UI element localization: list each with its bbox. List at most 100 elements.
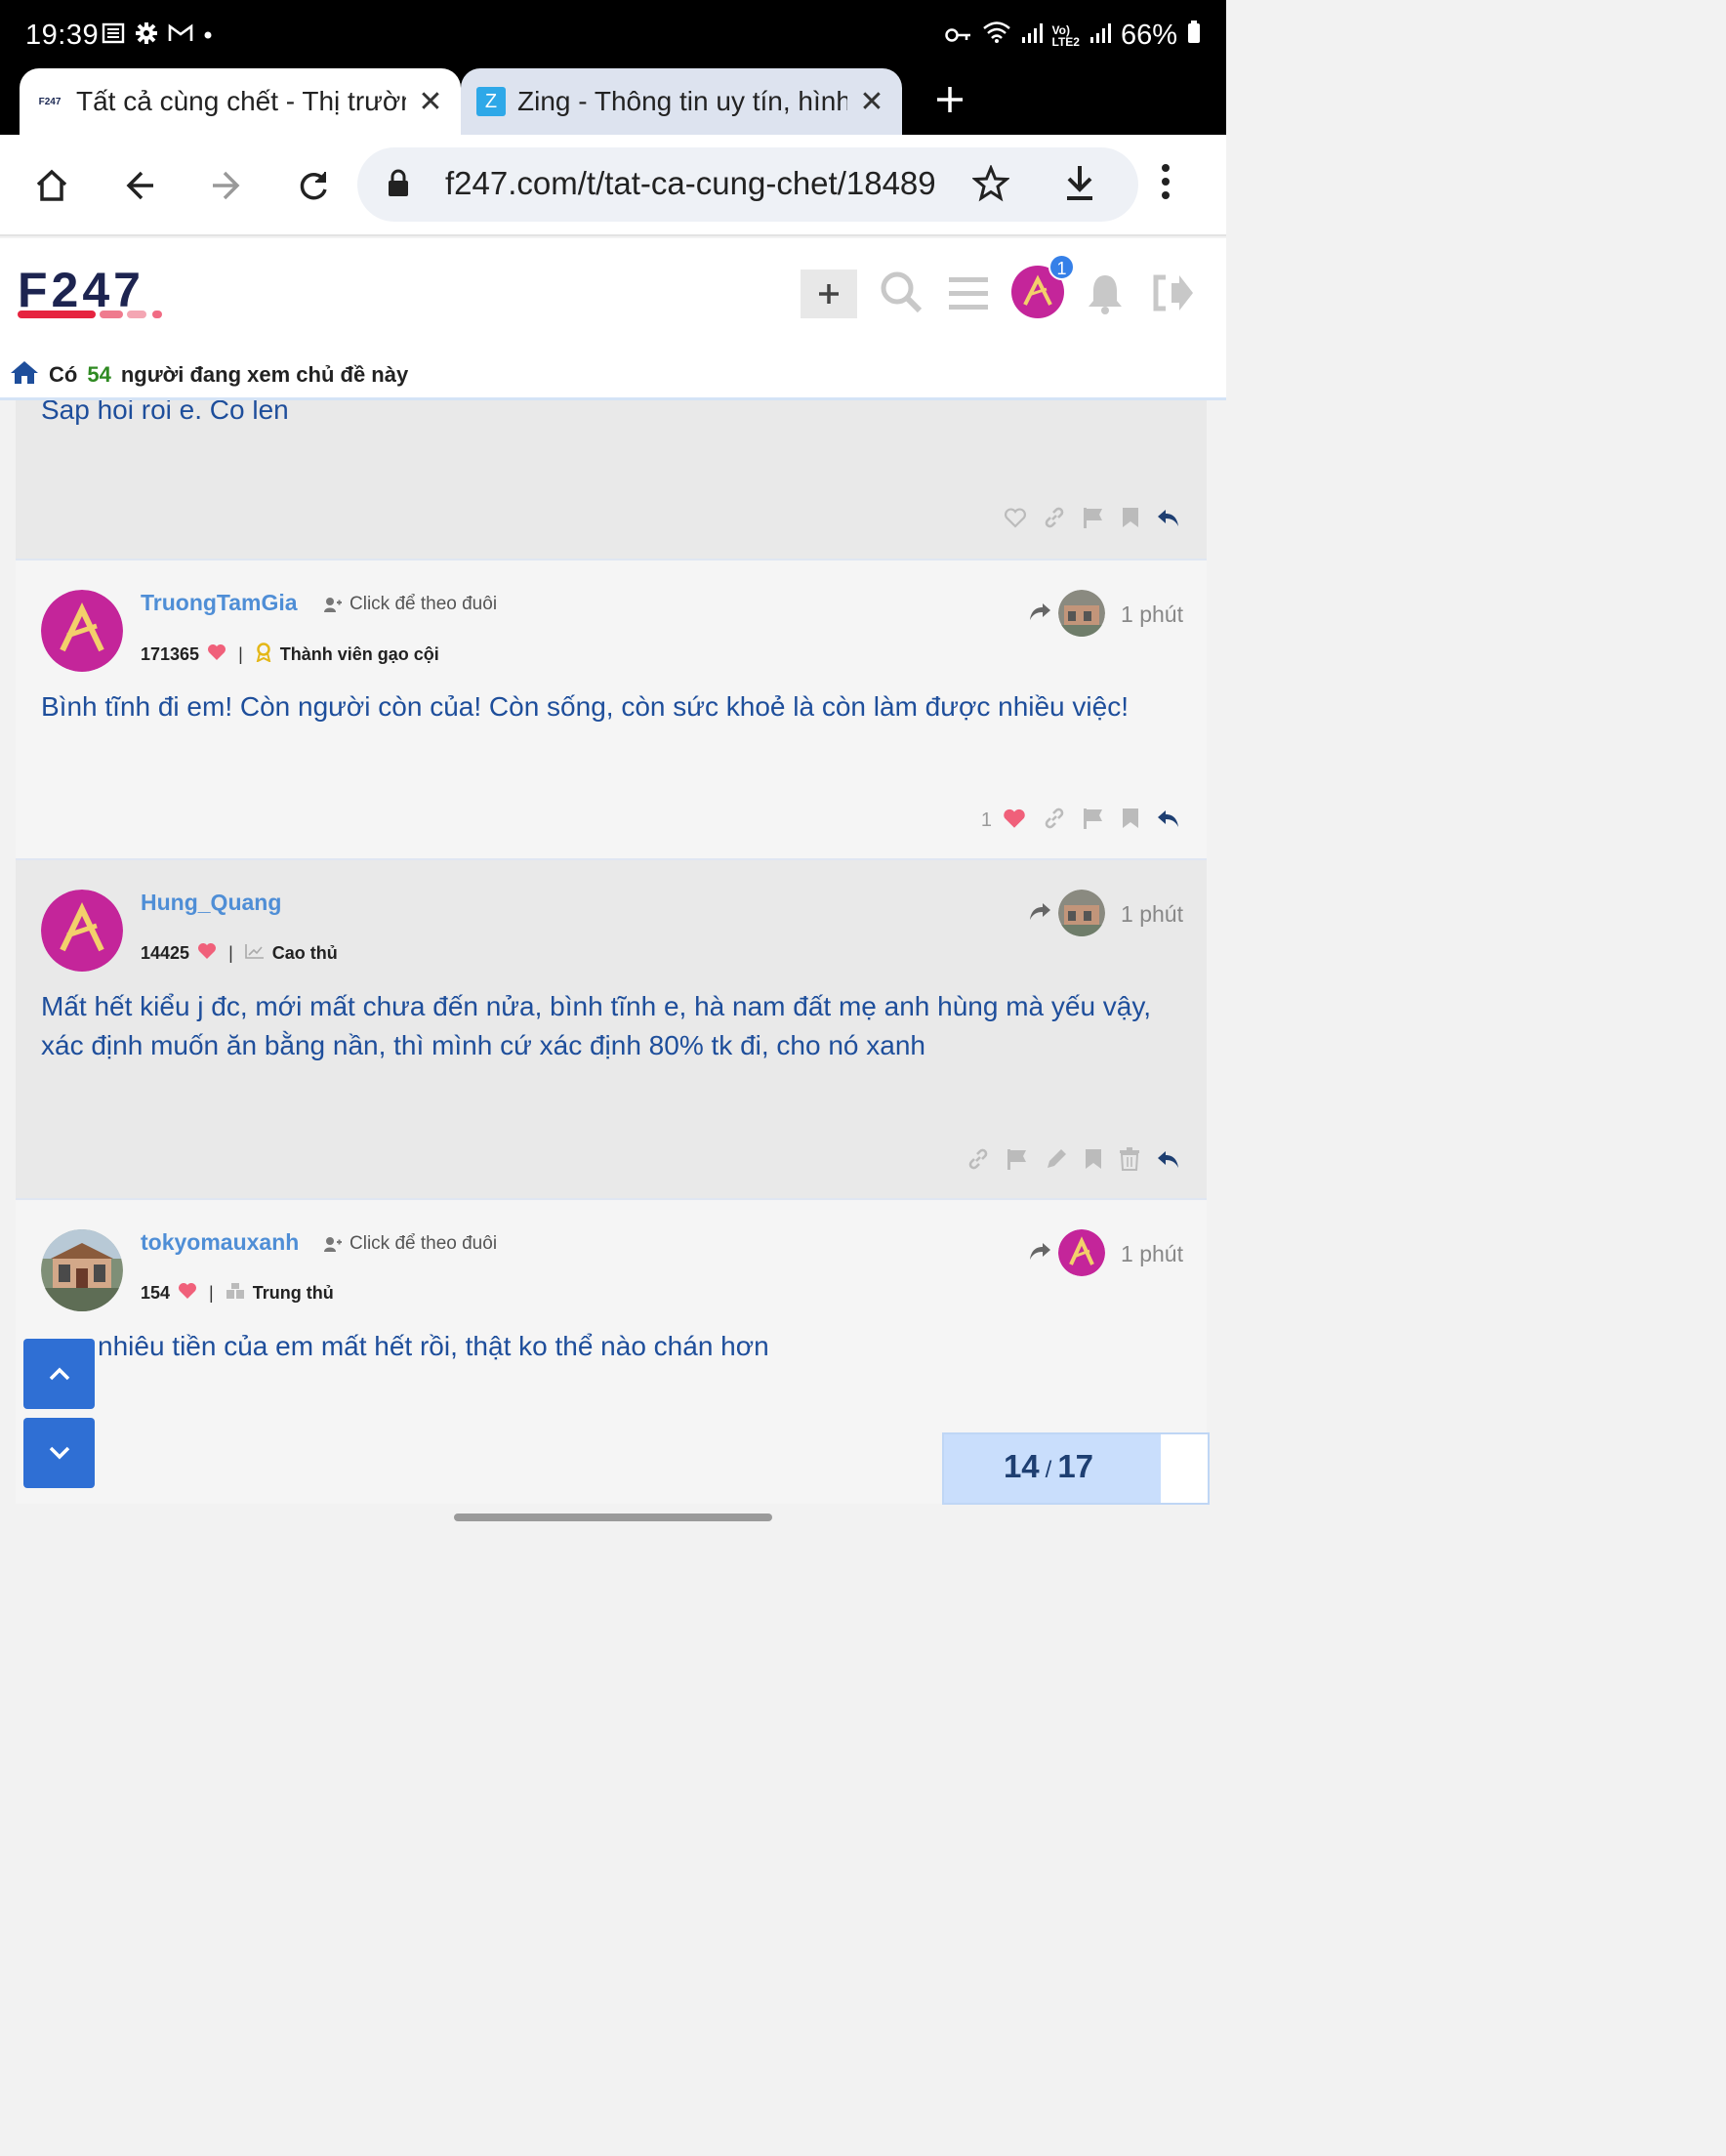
viewers-prefix: Có: [49, 362, 78, 387]
post-author-meta: 171365 | Thành viên gạo cội: [141, 643, 439, 667]
create-topic-button[interactable]: [801, 270, 857, 318]
post-actions: 1: [981, 807, 1181, 835]
browser-toolbar: f247.com/t/tat-ca-cung-chet/18489: [0, 135, 1226, 236]
heart-icon: [207, 643, 226, 666]
bookmark-icon[interactable]: [1121, 807, 1140, 835]
status-time: 19:39: [25, 20, 100, 51]
heart-icon[interactable]: [1002, 807, 1027, 835]
zing-favicon-icon: Z: [476, 87, 506, 116]
more-menu-icon[interactable]: [1160, 162, 1171, 206]
new-tab-plus-icon[interactable]: [927, 78, 972, 123]
follow-label: Click để theo đuôi: [349, 1233, 498, 1254]
tab-f247[interactable]: F247 Tất cả cùng chết - Thị trường chứng…: [20, 68, 461, 135]
edit-pencil-icon[interactable]: [1045, 1147, 1068, 1176]
flag-icon[interactable]: [1082, 506, 1105, 534]
trash-icon[interactable]: [1119, 1147, 1140, 1176]
home-icon[interactable]: [10, 359, 39, 391]
hamburger-menu-icon[interactable]: [949, 277, 988, 315]
post-username[interactable]: tokyomauxanh: [141, 1229, 299, 1256]
reply-icon[interactable]: [1156, 1148, 1181, 1175]
scroll-up-button[interactable]: [23, 1339, 95, 1409]
post-author-avatar[interactable]: [41, 890, 123, 972]
post-card: TruongTamGia Click để theo đuôi 171365 |…: [16, 560, 1207, 860]
reply-to-avatar: [1058, 1229, 1105, 1276]
gmail-icon: [168, 23, 193, 48]
post-time[interactable]: 1 phút: [1121, 1241, 1183, 1267]
gesture-navigation-bar[interactable]: [454, 1513, 772, 1521]
flag-icon[interactable]: [1082, 807, 1105, 835]
progress-text: 14/17: [1003, 1448, 1094, 1484]
post-time[interactable]: 1 phút: [1121, 901, 1183, 928]
follow-button[interactable]: Click để theo đuôi: [324, 594, 497, 615]
reload-icon[interactable]: [288, 160, 339, 211]
topic-progress[interactable]: 14/17: [942, 1432, 1210, 1505]
post-author-avatar[interactable]: [41, 1229, 123, 1311]
reply-icon[interactable]: [1156, 507, 1181, 533]
battery-icon: [1187, 20, 1201, 52]
post-author-meta: 154 | Trung thủ: [141, 1282, 334, 1305]
f247-logo[interactable]: F247: [18, 263, 199, 325]
link-icon[interactable]: [1043, 506, 1066, 534]
bookmark-icon[interactable]: [1084, 1147, 1103, 1176]
chart-icon: [244, 943, 265, 964]
score: 171365: [141, 644, 200, 664]
news-icon: [102, 22, 125, 49]
posts-stream: Sap hoi roi e. Co len TruongTamGia Click…: [16, 400, 1209, 1504]
follow-label: Click để theo đuôi: [349, 594, 498, 614]
rank-label: Cao thủ: [271, 943, 338, 963]
close-icon[interactable]: ✕: [857, 85, 886, 119]
link-icon[interactable]: [1043, 807, 1066, 835]
download-icon[interactable]: [1062, 163, 1097, 207]
post-text: Bình tĩnh đi em! Còn người còn của! Còn …: [41, 691, 1129, 722]
post-username[interactable]: TruongTamGia: [141, 590, 298, 616]
back-arrow-icon[interactable]: [114, 160, 165, 211]
post-author-avatar[interactable]: [41, 590, 123, 672]
chevron-up-icon: [49, 1367, 69, 1381]
bookmark-star-icon[interactable]: [971, 164, 1010, 207]
dot-icon: [203, 27, 213, 45]
link-icon[interactable]: [966, 1147, 990, 1176]
reply-to-indicator[interactable]: [1027, 590, 1105, 637]
chevron-down-icon: [49, 1446, 69, 1460]
post-partial: Sap hoi roi e. Co len: [16, 400, 1207, 560]
post-text: Mất hết kiểu j đc, mới mất chưa đến nửa,…: [41, 991, 1152, 1060]
logo-text: F247: [18, 268, 144, 317]
lock-icon[interactable]: [387, 169, 410, 203]
search-icon[interactable]: [879, 270, 924, 319]
close-icon[interactable]: ✕: [416, 85, 445, 119]
logout-icon[interactable]: [1150, 273, 1195, 317]
progress-current: 14: [1003, 1448, 1040, 1484]
viewers-suffix: người đang xem chủ đề này: [120, 362, 409, 387]
post-actions: [966, 1147, 1181, 1176]
flag-icon[interactable]: [1006, 1147, 1029, 1176]
tab-title: Tất cả cùng chết - Thị trường chứng khoá…: [76, 86, 406, 116]
follow-button[interactable]: Click để theo đuôi: [324, 1233, 497, 1255]
scroll-down-button[interactable]: [23, 1418, 95, 1488]
post-card: Hung_Quang 14425 | Cao thủ 1 phút Mất hế…: [16, 860, 1207, 1200]
forward-arrow-icon[interactable]: [201, 160, 252, 211]
status-bar: 19:39 Vo) LTE2 66%: [0, 0, 1226, 68]
score: 14425: [141, 943, 190, 963]
heart-icon: [197, 942, 217, 965]
wifi-icon: [982, 20, 1011, 52]
tab-zing[interactable]: Z Zing - Thông tin uy tín, hình ảnh ✕: [461, 68, 902, 135]
settings-gear-icon: [135, 21, 158, 50]
heart-icon: [178, 1282, 197, 1305]
reply-icon[interactable]: [1156, 808, 1181, 834]
post-time[interactable]: 1 phút: [1121, 601, 1183, 628]
rank-label: Thành viên gạo cội: [279, 644, 439, 664]
bell-icon[interactable]: [1086, 271, 1125, 319]
reply-to-indicator[interactable]: [1027, 1229, 1105, 1276]
post-author-meta: 14425 | Cao thủ: [141, 942, 338, 965]
address-bar[interactable]: f247.com/t/tat-ca-cung-chet/18489: [357, 147, 1138, 222]
progress-total: 17: [1057, 1448, 1094, 1484]
home-icon[interactable]: [26, 160, 77, 211]
bookmark-icon[interactable]: [1121, 506, 1140, 534]
heart-outline-icon[interactable]: [1004, 507, 1027, 533]
site-header: F247 1 Có 54 người đang xem chủ đề này: [0, 238, 1226, 400]
share-arrow-icon: [1027, 601, 1052, 627]
url-text[interactable]: f247.com/t/tat-ca-cung-chet/18489: [445, 165, 936, 202]
post-username[interactable]: Hung_Quang: [141, 890, 281, 916]
signal-2-icon: [1089, 20, 1111, 52]
reply-to-indicator[interactable]: [1027, 890, 1105, 936]
